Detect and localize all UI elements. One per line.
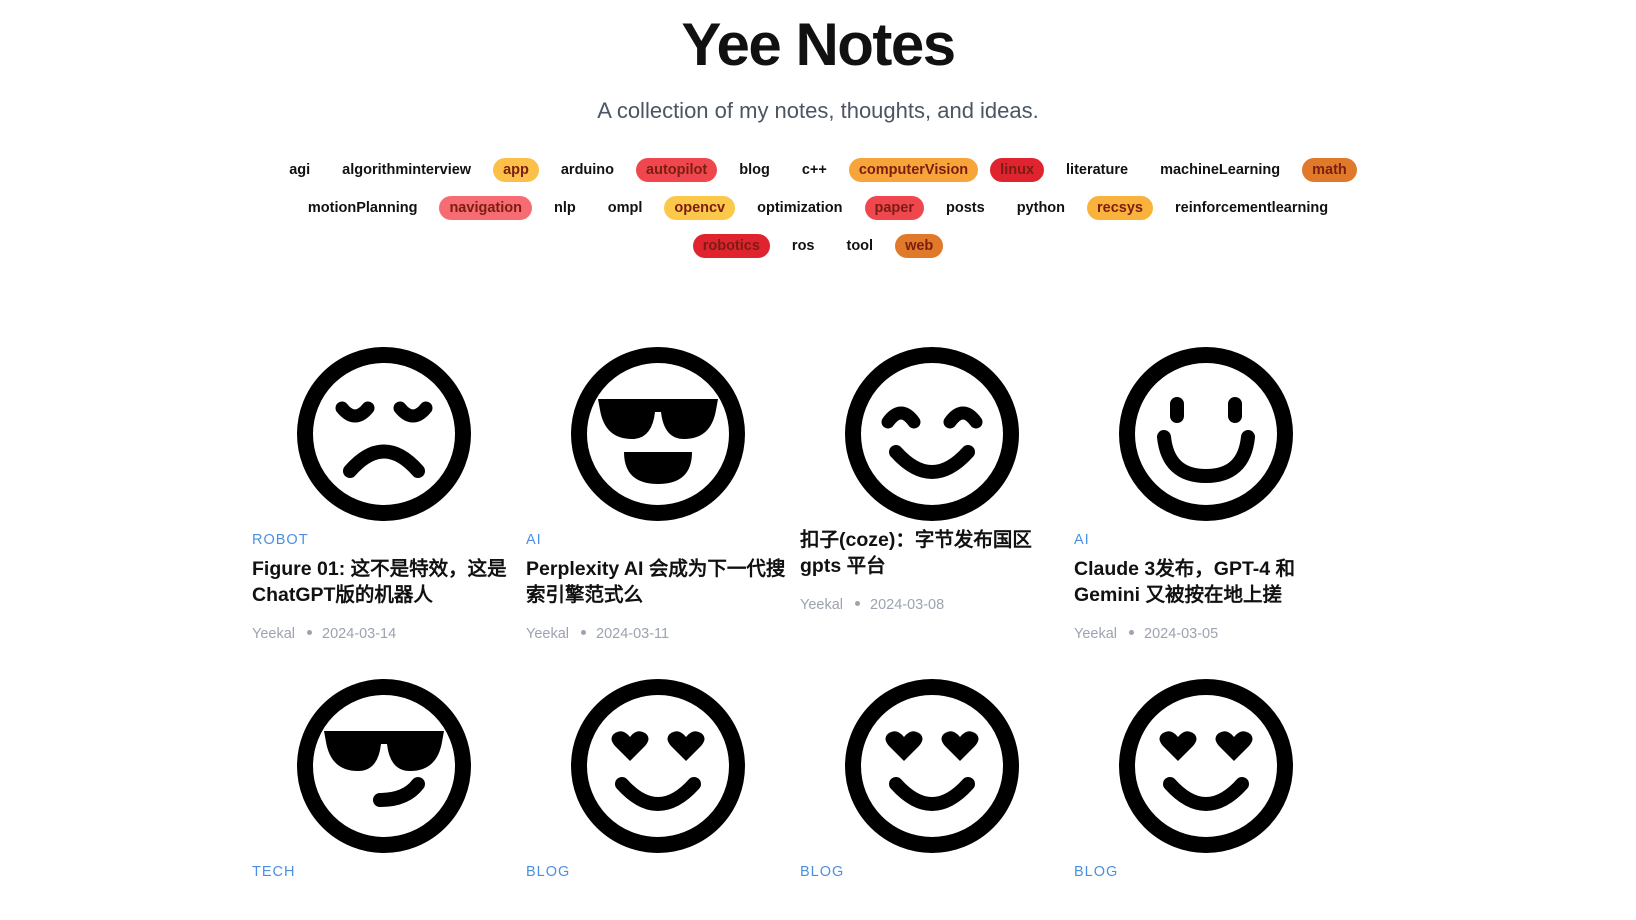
post-title[interactable]: 扣子(coze)：字节发布国区gpts 平台 <box>800 527 1065 579</box>
post-author: Yeekal <box>1074 626 1118 642</box>
sunglasses-grin-face-icon <box>571 347 745 521</box>
post-category[interactable]: AI <box>1074 532 1090 548</box>
post-title[interactable]: Figure 01: 这不是特效，这是ChatGPT版的机器人 <box>252 556 517 608</box>
post-meta: Yeekal 2024-03-05 <box>1074 626 1218 642</box>
separator-dot <box>581 630 587 636</box>
post-title[interactable]: Perplexity AI 会成为下一代搜索引擎范式么 <box>526 556 791 608</box>
post-title[interactable]: Claude 3发布，GPT-4 和 Gemini 又被按在地上搓 <box>1074 556 1339 608</box>
post-author: Yeekal <box>800 597 844 613</box>
post-author: Yeekal <box>526 626 570 642</box>
post-category[interactable]: BLOG <box>526 864 570 880</box>
post-category[interactable]: TECH <box>252 864 295 880</box>
post-category[interactable]: BLOG <box>1074 864 1118 880</box>
post-category[interactable]: BLOG <box>800 864 844 880</box>
sunglasses-smirk-face-icon <box>297 679 471 853</box>
happy-closed-eyes-face-icon <box>845 347 1019 521</box>
separator-dot <box>1129 630 1135 636</box>
post-meta: Yeekal 2024-03-14 <box>252 626 396 642</box>
post-date: 2024-03-14 <box>322 626 397 642</box>
post-meta: Yeekal 2024-03-08 <box>800 597 944 613</box>
post-date: 2024-03-08 <box>870 597 945 613</box>
heart-eyes-face-icon <box>845 679 1019 853</box>
post-date: 2024-03-05 <box>1144 626 1219 642</box>
post-grid: ROBOT Figure 01: 这不是特效，这是ChatGPT版的机器人 Ye… <box>0 0 1636 920</box>
post-author: Yeekal <box>252 626 296 642</box>
post-meta: Yeekal 2024-03-11 <box>526 626 669 642</box>
post-category[interactable]: ROBOT <box>252 532 309 548</box>
heart-eyes-face-icon <box>1119 679 1293 853</box>
post-category[interactable]: AI <box>526 532 542 548</box>
heart-eyes-face-icon <box>571 679 745 853</box>
post-date: 2024-03-11 <box>596 626 670 642</box>
sad-face-icon <box>297 347 471 521</box>
separator-dot <box>855 601 861 607</box>
separator-dot <box>307 630 313 636</box>
smile-face-icon <box>1119 347 1293 521</box>
